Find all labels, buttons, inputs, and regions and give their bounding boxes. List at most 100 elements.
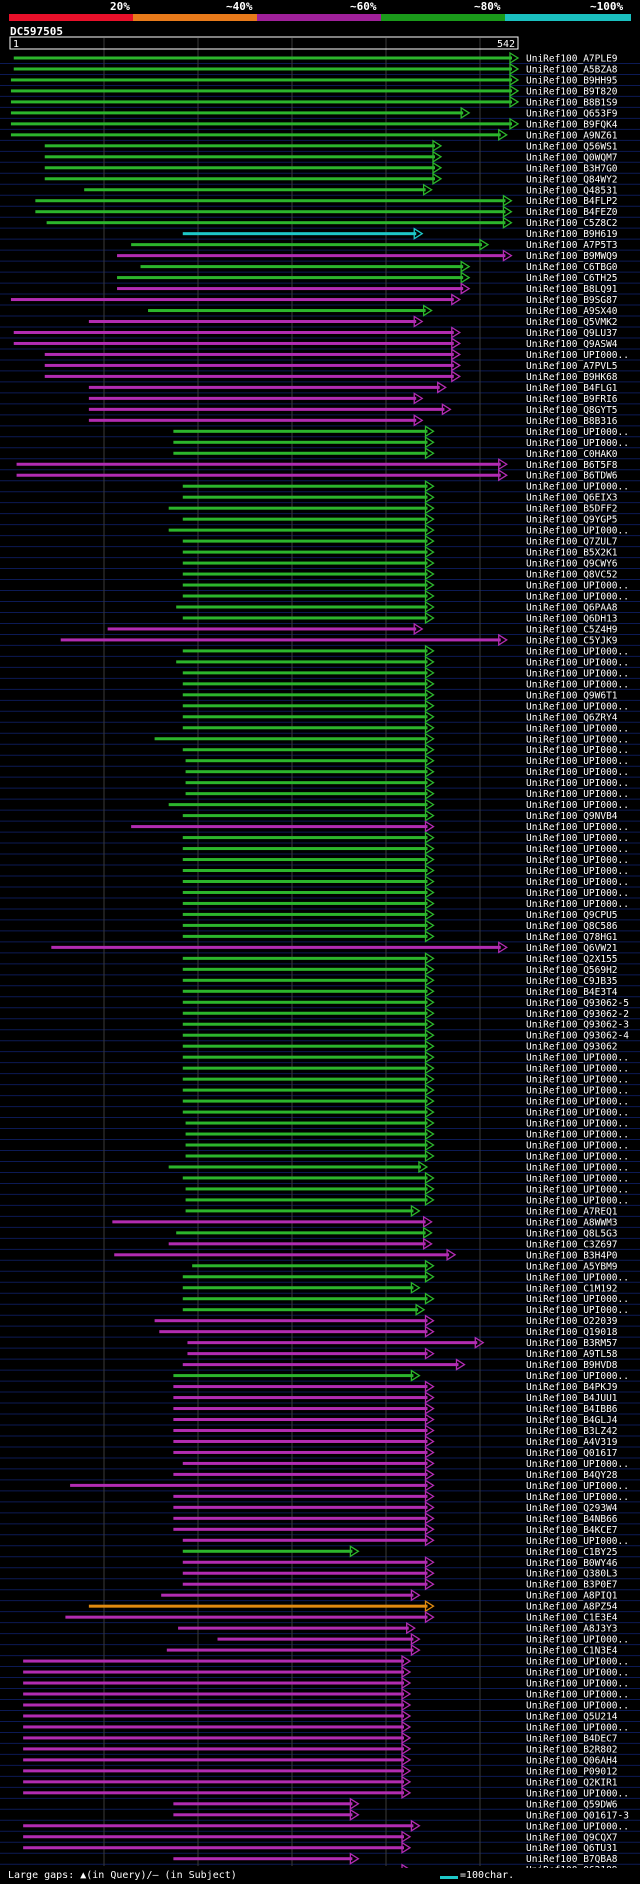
gaps-legend: Large gaps: ▲(in Query)/– (in Subject) xyxy=(8,1870,237,1881)
hit-bar xyxy=(182,1022,428,1026)
hit-bar xyxy=(176,1231,426,1235)
hit-label: UniRef100_B4GLJ4 xyxy=(526,1415,618,1426)
hit-label: UniRef100_UPI000.. xyxy=(526,1690,629,1701)
hit-bar xyxy=(185,759,428,763)
hit-bar xyxy=(173,1813,353,1817)
hit-label: UniRef100_Q653F9 xyxy=(526,108,618,119)
hit-label: UniRef100_Q8VC52 xyxy=(526,570,618,581)
hit-label: UniRef100_A8PIQ1 xyxy=(526,1591,618,1602)
scale-label: =100char. xyxy=(460,1870,515,1881)
hit-bar xyxy=(182,539,428,543)
hit-label: UniRef100_A5YBM9 xyxy=(526,1261,618,1272)
hit-label: UniRef100_B4KCE7 xyxy=(526,1525,618,1536)
hit-bar xyxy=(140,265,464,269)
hit-bar xyxy=(173,1396,428,1400)
hit-bar xyxy=(182,1461,428,1465)
hit-bar xyxy=(182,978,428,982)
hit-label: UniRef100_UPI000.. xyxy=(526,1821,629,1832)
hit-bar xyxy=(185,792,428,796)
hit-label: UniRef100_Q56WS1 xyxy=(526,141,618,152)
hit-label: UniRef100_Q0WQM7 xyxy=(526,152,618,163)
hit-label: UniRef100_Q9ASW4 xyxy=(526,339,618,350)
hit-label: UniRef100_Q9W6T1 xyxy=(526,690,618,701)
hit-bar xyxy=(182,232,417,236)
hit-bar xyxy=(10,298,454,302)
hit-bar xyxy=(173,1418,428,1422)
hit-bar xyxy=(173,1385,428,1389)
hit-bar xyxy=(117,276,464,280)
hit-label: UniRef100_UPI000.. xyxy=(526,1184,629,1195)
hit-bar xyxy=(182,594,428,598)
hit-label: UniRef100_Q01617-3 xyxy=(526,1810,629,1821)
hit-bar xyxy=(13,341,454,345)
hit-bar xyxy=(182,583,428,587)
hit-bar xyxy=(182,1033,428,1037)
hit-label: UniRef100_UPI000.. xyxy=(526,723,629,734)
hit-label: UniRef100_Q59DW6 xyxy=(526,1799,618,1810)
hit-label: UniRef100_Q380L3 xyxy=(526,1569,618,1580)
hit-label: UniRef100_UPI000.. xyxy=(526,1492,629,1503)
hit-label: UniRef100_UPI000.. xyxy=(526,350,629,361)
hit-label: UniRef100_UPI000.. xyxy=(526,734,629,745)
hit-label: UniRef100_UPI000.. xyxy=(526,1371,629,1382)
hit-label: UniRef100_Q9NVB4 xyxy=(526,811,618,822)
hit-label: UniRef100_Q2X155 xyxy=(526,954,618,965)
hit-label: UniRef100_P09012 xyxy=(526,1766,618,1777)
hit-bar xyxy=(13,67,512,71)
hit-label: UniRef100_UPI000.. xyxy=(526,789,629,800)
hit-label: UniRef100_B4JUU1 xyxy=(526,1393,618,1404)
hit-bar xyxy=(44,155,436,159)
hit-bar xyxy=(117,287,464,291)
hit-label: UniRef100_UPI000.. xyxy=(526,1788,629,1799)
hit-bar xyxy=(65,1615,428,1619)
hit-label: UniRef100_UPI000.. xyxy=(526,1635,629,1646)
hit-label: UniRef100_UPI000.. xyxy=(526,1141,629,1152)
hit-label: UniRef100_UPI000.. xyxy=(526,1151,629,1162)
hit-label: UniRef100_C5Z4H9 xyxy=(526,624,618,635)
hit-label: UniRef100_UPI000.. xyxy=(526,888,629,899)
hit-bar xyxy=(173,1472,428,1476)
hit-bar xyxy=(187,1341,478,1345)
hit-label: UniRef100_B8LQ91 xyxy=(526,284,618,295)
hit-bar xyxy=(173,1407,428,1411)
footer-legend: Large gaps: ▲(in Query)/– (in Subject) =… xyxy=(0,1868,640,1884)
hit-label: UniRef100_B2R802 xyxy=(526,1744,618,1755)
hit-bar xyxy=(185,1209,414,1213)
hit-label: UniRef100_UPI000.. xyxy=(526,877,629,888)
hit-label: UniRef100_Q01617 xyxy=(526,1448,618,1459)
hit-label: UniRef100_B9FRI6 xyxy=(526,394,618,405)
hit-label: UniRef100_C1E3E4 xyxy=(526,1613,618,1624)
hit-bar xyxy=(182,1308,419,1312)
hit-label: UniRef100_Q48531 xyxy=(526,185,618,196)
hit-bar xyxy=(182,704,428,708)
hit-bar xyxy=(182,967,428,971)
hit-bar xyxy=(51,945,501,949)
hit-label: UniRef100_UPI000.. xyxy=(526,844,629,855)
hit-label: UniRef100_C5YJK9 xyxy=(526,635,618,646)
hit-bar xyxy=(187,1352,428,1356)
hit-bar xyxy=(217,1637,414,1641)
hit-bar xyxy=(182,1077,428,1081)
hit-label: UniRef100_C5Z8C2 xyxy=(526,218,618,229)
hit-bar xyxy=(182,934,428,938)
hit-label: UniRef100_Q93062 xyxy=(526,1042,618,1053)
hit-label: UniRef100_UPI000.. xyxy=(526,767,629,778)
hit-label: UniRef100_UPI000.. xyxy=(526,756,629,767)
hit-bar xyxy=(16,462,501,466)
hit-bar xyxy=(44,144,436,148)
hit-bar xyxy=(168,803,428,807)
hit-label: UniRef100_UPI000.. xyxy=(526,1481,629,1492)
alignment-chart: 1 542UniRef100_A7PLE9UniRef100_A5BZA8UniR… xyxy=(0,36,640,1868)
hit-bar xyxy=(23,1791,405,1795)
hit-label: UniRef100_UPI000.. xyxy=(526,646,629,657)
hit-bar xyxy=(159,1330,428,1334)
hit-label: UniRef100_Q7ZUL7 xyxy=(526,537,618,548)
hit-bar xyxy=(16,473,501,477)
hit-bar xyxy=(161,1593,414,1597)
hit-bar xyxy=(44,352,454,356)
hit-label: UniRef100_UPI000.. xyxy=(526,1722,629,1733)
hit-label: UniRef100_UPI000.. xyxy=(526,778,629,789)
hit-label: UniRef100_UPI000.. xyxy=(526,1097,629,1108)
hit-label: UniRef100_B5DFF2 xyxy=(526,504,618,515)
hit-bar xyxy=(23,1659,405,1663)
